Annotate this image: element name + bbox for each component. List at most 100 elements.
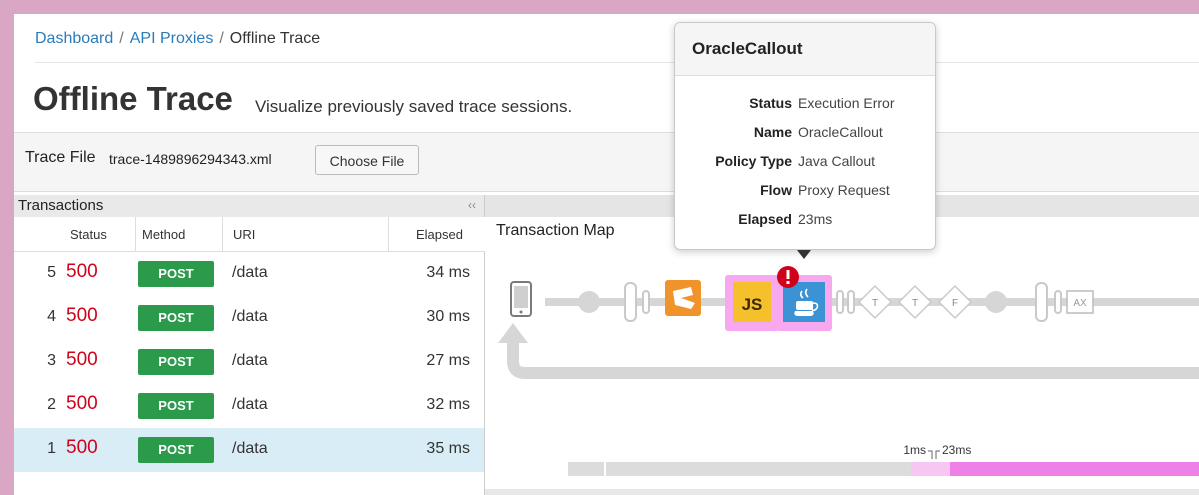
row-elapsed: 27 ms <box>426 352 470 369</box>
trace-file-bar: Trace File trace-1489896294343.xml Choos… <box>14 132 1199 192</box>
popover-header: OracleCallout <box>675 23 935 76</box>
page-header: Dashboard / API Proxies / Offline Trace Offl… <box>14 14 1199 132</box>
row-status: 500 <box>66 261 98 282</box>
double-chevron-left-icon[interactable]: ‹‹ <box>468 198 476 212</box>
table-row[interactable]: 4 500 POST /data 30 ms <box>14 296 484 340</box>
row-number: 2 <box>47 396 56 413</box>
table-row[interactable]: 3 500 POST /data 27 ms <box>14 340 484 384</box>
condition-true-icon[interactable]: T <box>857 284 893 320</box>
condition-true-icon[interactable]: T <box>897 284 933 320</box>
flow-separator-icon[interactable] <box>847 290 855 314</box>
column-divider <box>222 217 223 251</box>
column-header-status[interactable]: Status <box>70 227 107 242</box>
method-badge: POST <box>138 349 214 375</box>
table-row[interactable]: 2 500 POST /data 32 ms <box>14 384 484 428</box>
timeline-segment-selected[interactable] <box>950 462 1199 476</box>
row-elapsed: 35 ms <box>426 440 470 457</box>
method-badge: POST <box>138 393 214 419</box>
flow-separator-icon[interactable] <box>1035 282 1048 322</box>
choose-file-button[interactable]: Choose File <box>315 145 419 175</box>
row-elapsed: 32 ms <box>426 396 470 413</box>
extract-policy-icon[interactable] <box>665 280 701 316</box>
popover-value: OracleCallout <box>798 124 883 140</box>
flow-separator-icon[interactable] <box>642 290 650 314</box>
breadcrumb-separator: / <box>119 30 124 47</box>
popover-row-elapsed: Elapsed 23ms <box>675 211 935 231</box>
client-device-icon[interactable] <box>510 281 532 317</box>
timeline-label-left: 1ms <box>903 443 926 457</box>
popover-row-policy-type: Policy Type Java Callout <box>675 153 935 173</box>
column-header-method[interactable]: Method <box>142 227 185 242</box>
assign-message-policy-icon[interactable]: AX <box>1066 290 1094 314</box>
timeline-bracket <box>928 450 940 459</box>
row-uri: /data <box>232 440 268 457</box>
condition-false-icon[interactable]: F <box>937 284 973 320</box>
row-number: 3 <box>47 352 56 369</box>
row-number: 1 <box>47 440 56 457</box>
javascript-policy-label: JS <box>742 295 763 314</box>
popover-key: Status <box>749 95 792 111</box>
breadcrumb-separator: / <box>219 30 224 47</box>
trace-file-label: Trace File <box>25 149 96 166</box>
method-badge: POST <box>138 305 214 331</box>
method-badge: POST <box>138 437 214 463</box>
method-badge: POST <box>138 261 214 287</box>
flow-separator-icon[interactable] <box>836 290 844 314</box>
assign-message-label: AX <box>1073 298 1087 309</box>
popover-key: Flow <box>760 182 792 198</box>
page-subtitle: Visualize previously saved trace session… <box>255 97 573 116</box>
flow-separator-icon[interactable] <box>624 282 637 322</box>
column-divider <box>388 217 389 251</box>
row-number: 5 <box>47 264 56 281</box>
popover-value: Execution Error <box>798 95 895 111</box>
timeline-label-right: 23ms <box>942 443 971 457</box>
table-row-selected[interactable]: 1 500 POST /data 35 ms <box>14 428 484 472</box>
popover-row-status: Status Execution Error <box>675 95 935 115</box>
timeline-segment[interactable] <box>606 462 911 476</box>
breadcrumb-api-proxies[interactable]: API Proxies <box>130 30 214 47</box>
row-status: 500 <box>66 305 98 326</box>
condition-true-label: T <box>912 298 918 309</box>
transactions-column-headers: Status Method URI Elapsed <box>14 217 485 252</box>
step-circle-icon[interactable] <box>578 291 600 313</box>
transactions-title: Transactions <box>18 197 104 214</box>
popover-value: Proxy Request <box>798 182 890 198</box>
app-frame: Dashboard / API Proxies / Offline Trace Offl… <box>14 14 1199 495</box>
timeline-segment[interactable] <box>911 462 950 476</box>
error-badge-icon <box>777 266 799 288</box>
column-header-uri[interactable]: URI <box>233 227 255 242</box>
policy-details-popover: OracleCallout Status Execution Error Nam… <box>674 22 936 250</box>
row-uri: /data <box>232 352 268 369</box>
row-status: 500 <box>66 349 98 370</box>
popover-pointer-icon <box>797 250 811 259</box>
popover-value: Java Callout <box>798 153 876 169</box>
popover-key: Name <box>753 124 792 140</box>
popover-title: OracleCallout <box>692 39 803 58</box>
condition-true-label: T <box>872 298 878 309</box>
trace-file-name: trace-1489896294343.xml <box>109 151 272 167</box>
map-footer <box>485 489 1199 495</box>
breadcrumb-dashboard[interactable]: Dashboard <box>35 30 113 47</box>
row-uri: /data <box>232 264 268 281</box>
row-number: 4 <box>47 308 56 325</box>
table-row[interactable]: 5 500 POST /data 34 ms <box>14 252 484 296</box>
popover-value: 23ms <box>798 211 833 227</box>
response-track <box>507 343 1199 379</box>
row-status: 500 <box>66 393 98 414</box>
flow-separator-icon[interactable] <box>1054 290 1062 314</box>
step-circle-icon[interactable] <box>985 291 1007 313</box>
column-header-elapsed[interactable]: Elapsed <box>416 227 463 242</box>
javascript-policy-icon[interactable]: JS <box>725 275 779 331</box>
column-divider <box>135 217 136 251</box>
breadcrumb: Dashboard / API Proxies / Offline Trace <box>35 30 320 48</box>
popover-key: Elapsed <box>738 211 792 227</box>
breadcrumb-current: Offline Trace <box>229 30 321 47</box>
condition-false-label: F <box>952 298 958 309</box>
return-arrow-icon <box>498 323 528 343</box>
popover-row-flow: Flow Proxy Request <box>675 182 935 202</box>
popover-key: Policy Type <box>715 153 792 169</box>
popover-row-name: Name OracleCallout <box>675 124 935 144</box>
row-status: 500 <box>66 437 98 458</box>
row-uri: /data <box>232 396 268 413</box>
timeline-segment[interactable] <box>568 462 604 476</box>
